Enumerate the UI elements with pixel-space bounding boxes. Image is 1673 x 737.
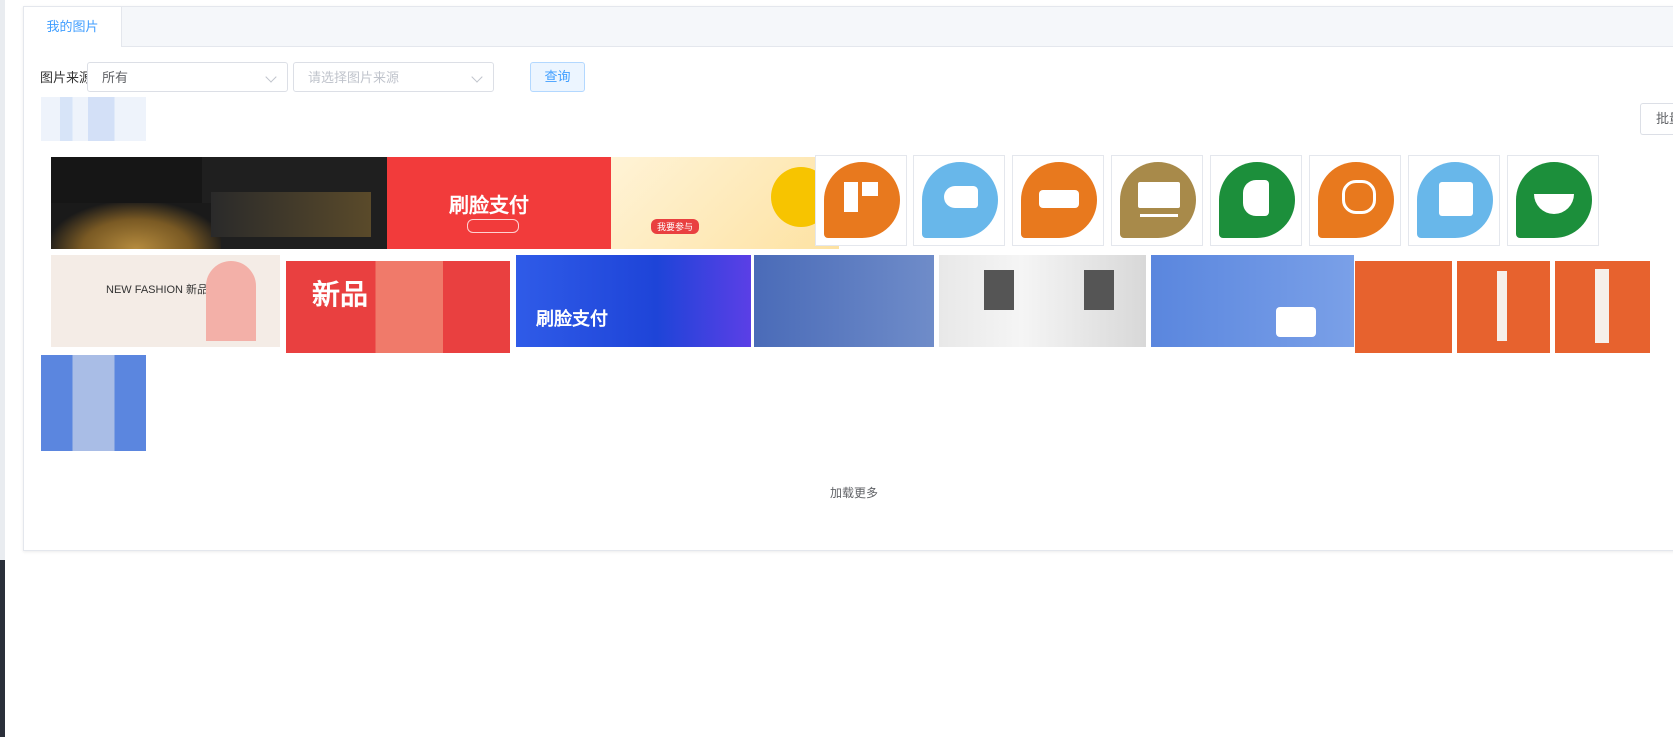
horse-icon xyxy=(922,162,998,238)
sofa-icon xyxy=(1021,162,1097,238)
image-thumbnail[interactable] xyxy=(51,157,387,249)
blurred-block xyxy=(211,192,371,237)
thumbnail-caption: 新品 xyxy=(312,279,369,310)
toilet-icon xyxy=(1318,162,1394,238)
thumbnail-caption: 刷脸支付 xyxy=(536,309,608,329)
image-thumbnail[interactable]: 新品 xyxy=(286,261,510,353)
source-select[interactable]: 所有 xyxy=(87,62,288,92)
join-badge: 我要参与 xyxy=(651,219,700,234)
image-thumbnail[interactable] xyxy=(939,255,1146,347)
sub-source-select[interactable]: 请选择图片来源 xyxy=(293,62,494,92)
image-library-panel: 我的图片 图片来源 所有 请选择图片来源 查询 批量 刷脸支付 我要参与 xyxy=(23,6,1673,551)
chevron-down-icon xyxy=(471,71,483,83)
image-thumbnail[interactable] xyxy=(41,355,146,451)
left-edge xyxy=(0,0,5,737)
thumbnail-caption: 刷脸支付 xyxy=(449,195,529,217)
image-thumbnail[interactable]: 刷脸支付 xyxy=(516,255,751,347)
image-thumbnail[interactable] xyxy=(1210,155,1302,246)
shirt-icon xyxy=(1417,162,1493,238)
pill-decoration xyxy=(467,219,519,233)
tab-bar: 我的图片 xyxy=(23,6,1673,47)
tissue-icon xyxy=(1219,162,1295,238)
kiosk-stand xyxy=(1497,271,1507,341)
image-thumbnail[interactable] xyxy=(1012,155,1104,246)
image-thumbnail[interactable] xyxy=(815,155,907,246)
gold-ornament xyxy=(51,203,221,249)
device-shape xyxy=(1084,270,1114,310)
image-thumbnail[interactable] xyxy=(754,255,934,347)
image-thumbnail[interactable] xyxy=(1507,155,1599,246)
bowl-icon xyxy=(1516,162,1592,238)
model-figure xyxy=(206,261,256,341)
kiosk-stand xyxy=(1595,269,1609,343)
image-thumbnail[interactable] xyxy=(1111,155,1203,246)
tab-my-images[interactable]: 我的图片 xyxy=(23,6,122,47)
image-thumbnail[interactable] xyxy=(1355,261,1452,353)
image-thumbnail[interactable] xyxy=(1555,261,1650,353)
sub-source-placeholder: 请选择图片来源 xyxy=(308,70,400,85)
grid-icon xyxy=(824,162,900,238)
image-thumbnail[interactable] xyxy=(913,155,1005,246)
image-thumbnail[interactable]: 刷脸支付 xyxy=(387,157,611,249)
load-more: 加载更多 xyxy=(24,482,1673,503)
image-thumbnail[interactable] xyxy=(1457,261,1550,353)
image-thumbnail[interactable]: 我要参与 xyxy=(611,157,839,249)
source-select-value: 所有 xyxy=(102,70,129,85)
image-source-label: 图片来源 xyxy=(40,70,93,85)
left-edge-dark xyxy=(0,560,5,737)
batch-button[interactable]: 批量 xyxy=(1640,103,1673,135)
monitor-icon xyxy=(1120,162,1196,238)
image-thumbnail[interactable] xyxy=(1309,155,1401,246)
chevron-down-icon xyxy=(265,71,277,83)
query-button[interactable]: 查询 xyxy=(530,62,585,92)
image-thumbnail[interactable] xyxy=(1151,255,1354,347)
image-thumbnail[interactable] xyxy=(1408,155,1500,246)
load-more-button[interactable]: 加载更多 xyxy=(824,482,884,503)
device-shape xyxy=(1276,307,1316,337)
image-thumbnail[interactable]: NEW FASHION 新品·上市 xyxy=(51,255,280,347)
blurred-label xyxy=(41,97,146,141)
device-shape xyxy=(984,270,1014,310)
